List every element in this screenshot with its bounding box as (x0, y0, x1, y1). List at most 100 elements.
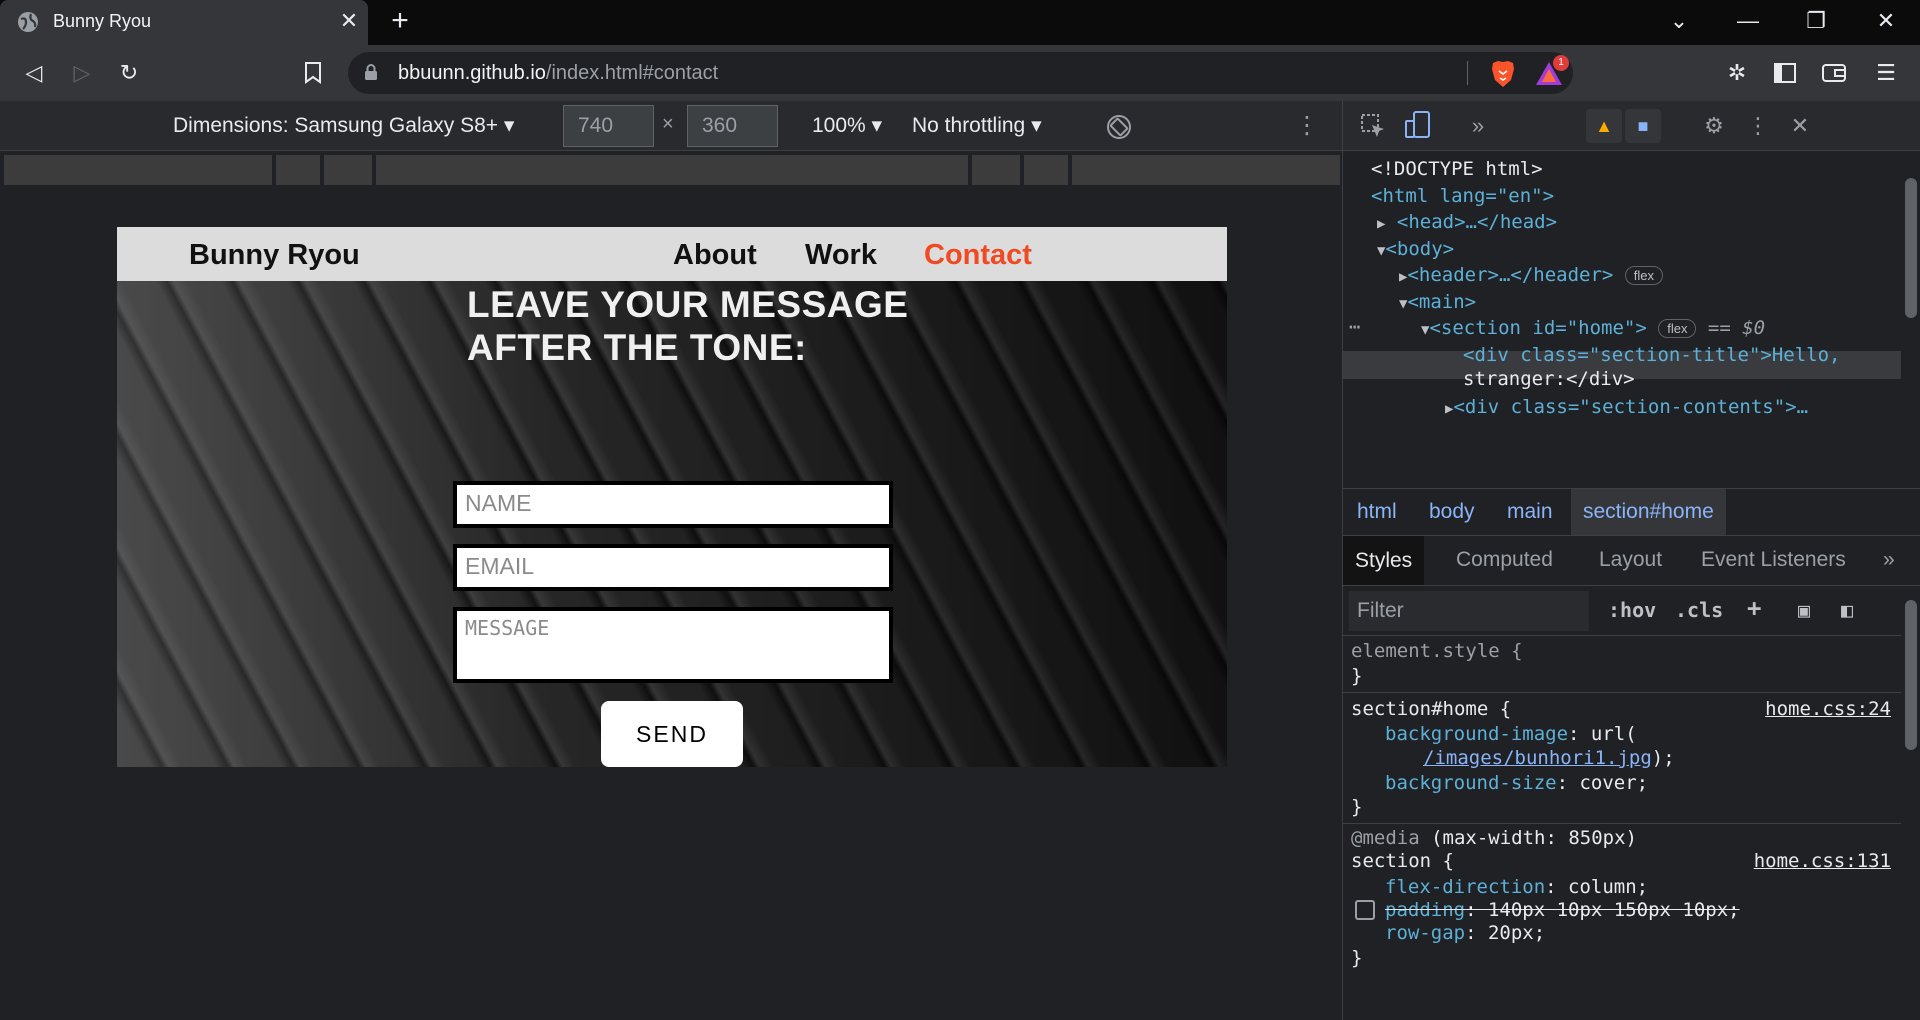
rule2-selector[interactable]: section { (1351, 850, 1454, 872)
dom-scroll-thumb[interactable] (1905, 178, 1917, 318)
rewards-count-badge: 1 (1553, 55, 1569, 71)
minimize-icon[interactable]: — (1728, 8, 1768, 34)
height-input[interactable]: 360 (687, 105, 778, 147)
tab-event-listeners[interactable]: Event Listeners (1701, 548, 1846, 572)
email-input[interactable]: EMAIL (453, 544, 893, 591)
zoom-dropdown[interactable]: 100% ▾ (812, 113, 882, 138)
throttling-dropdown[interactable]: No throttling ▾ (912, 113, 1042, 138)
dom-section-home[interactable]: ▼<section id="home"> flex == $0 (1421, 317, 1765, 339)
nav-work[interactable]: Work (805, 239, 877, 272)
name-input[interactable]: NAME (453, 481, 893, 528)
styles-filter-bar: Filter :hov .cls + ▣ ◧ (1343, 586, 1920, 636)
dom-section-title[interactable]: <div class="section-title">Hello, (1463, 344, 1841, 366)
media-query-segment[interactable] (276, 155, 320, 185)
omnibox-divider (1467, 61, 1468, 85)
rule1-image-url[interactable]: /images/bunhori1.jpg); (1423, 747, 1675, 769)
media-query-segment[interactable] (324, 155, 372, 185)
address-bar[interactable]: bbuunn.github.io/index.html#contact 1 (348, 52, 1573, 94)
rule2-row-gap[interactable]: row-gap: 20px; (1385, 922, 1545, 944)
more-options-icon[interactable]: ⋮ (1295, 111, 1319, 140)
rotate-icon[interactable] (1105, 113, 1133, 141)
dom-row-ellipsis-icon[interactable]: ⋯ (1349, 316, 1360, 338)
rule1-selector[interactable]: section#home { (1351, 698, 1511, 720)
message-textarea[interactable]: MESSAGE (453, 607, 893, 683)
device-toggle-icon[interactable] (1403, 111, 1433, 141)
more-panels-icon[interactable]: » (1883, 548, 1895, 572)
close-devtools-icon[interactable]: ✕ (1785, 111, 1815, 141)
dom-head[interactable]: ▶ <head>…</head> (1377, 211, 1557, 233)
media-query-segment[interactable] (1024, 155, 1068, 185)
dimensions-dropdown[interactable]: Dimensions: Samsung Galaxy S8+ ▾ (173, 113, 514, 138)
devtools-toolbar: » ▲ ■ ⚙ ⋮ ✕ (1343, 101, 1920, 151)
sidebar-icon[interactable] (1769, 57, 1801, 89)
back-icon[interactable]: ◁ (18, 57, 50, 89)
media-query-segment[interactable] (1072, 155, 1340, 185)
padding-toggle-checkbox[interactable] (1355, 900, 1375, 920)
dom-main[interactable]: ▼<main> (1399, 291, 1476, 313)
rule1-source-link[interactable]: home.css:24 (1765, 698, 1891, 720)
styles-tab-strip: Styles Computed Layout Event Listeners » (1343, 536, 1920, 586)
extensions-puzzle-icon[interactable]: ✲ (1721, 57, 1753, 89)
more-tabs-icon[interactable]: » (1463, 111, 1493, 141)
emulated-page: Bunny Ryou About Work Contact LEAVE YOUR… (117, 227, 1227, 767)
tab-computed[interactable]: Computed (1456, 548, 1553, 572)
flex-badge[interactable]: flex (1624, 266, 1664, 285)
tab-close-icon[interactable]: ✕ (336, 8, 362, 34)
settings-gear-icon[interactable]: ⚙ (1699, 111, 1729, 141)
dom-header[interactable]: ▶<header>…</header> flex (1399, 264, 1664, 286)
close-window-icon[interactable]: ✕ (1866, 8, 1906, 34)
hover-state-toggle[interactable]: :hov (1608, 598, 1656, 622)
rule2-flex-direction[interactable]: flex-direction: column; (1385, 876, 1648, 898)
dom-section-contents[interactable]: ▶<div class="section-contents">… (1445, 396, 1808, 418)
breadcrumb-main[interactable]: main (1507, 500, 1553, 524)
devtools-menu-icon[interactable]: ⋮ (1743, 111, 1773, 141)
paint-brush-icon[interactable]: ▣ (1798, 598, 1810, 622)
rule2-padding-disabled[interactable]: padding: 140px 10px 150px 10px; (1385, 899, 1740, 921)
toggle-sidebar-icon[interactable]: ◧ (1841, 598, 1853, 622)
class-toggle[interactable]: .cls (1675, 598, 1723, 622)
media-query-segment[interactable] (972, 155, 1020, 185)
breadcrumb: html body main section#home (1343, 488, 1920, 536)
styles-scroll-thumb[interactable] (1905, 600, 1917, 750)
flex-badge[interactable]: flex (1658, 319, 1697, 338)
width-input[interactable]: 740 (563, 105, 654, 147)
inspect-element-icon[interactable] (1358, 111, 1388, 141)
dom-html[interactable]: <html lang="en"> (1371, 185, 1554, 207)
tab-layout[interactable]: Layout (1599, 548, 1662, 572)
reload-icon[interactable]: ↻ (113, 57, 145, 89)
media-query-bar (0, 152, 1342, 188)
issues-message-icon[interactable]: ■ (1625, 109, 1661, 143)
tab-styles[interactable]: Styles (1343, 536, 1425, 585)
breadcrumb-body[interactable]: body (1429, 500, 1475, 524)
rule1-background-size[interactable]: background-size: cover; (1385, 772, 1648, 794)
menu-icon[interactable]: ☰ (1870, 57, 1902, 89)
new-tab-icon[interactable]: + (385, 6, 415, 36)
new-style-rule-icon[interactable]: + (1747, 594, 1761, 622)
media-query-segment[interactable] (376, 155, 968, 185)
tab-search-chevron-down-icon[interactable]: ⌄ (1659, 8, 1699, 34)
breadcrumb-html[interactable]: html (1357, 500, 1397, 524)
breadcrumb-section-home[interactable]: section#home (1571, 489, 1726, 535)
forward-icon[interactable]: ▷ (66, 57, 98, 89)
contact-section: LEAVE YOUR MESSAGE AFTER THE TONE: NAME … (117, 281, 1227, 767)
site-brand[interactable]: Bunny Ryou (189, 239, 360, 272)
element-style-selector[interactable]: element.style { (1351, 640, 1523, 662)
rule1-background-image[interactable]: background-image: url( (1385, 723, 1637, 745)
nav-contact[interactable]: Contact (924, 239, 1032, 272)
send-button[interactable]: SEND (601, 701, 743, 767)
section-title: LEAVE YOUR MESSAGE AFTER THE TONE: (467, 284, 909, 368)
nav-about[interactable]: About (673, 239, 757, 272)
dom-doctype[interactable]: <!DOCTYPE html> (1371, 158, 1543, 180)
brave-shields-icon[interactable] (1490, 60, 1516, 88)
dom-body[interactable]: ▼<body> (1377, 238, 1454, 260)
device-toolbar: Dimensions: Samsung Galaxy S8+ ▾ 740 × 3… (0, 101, 1342, 151)
browser-tab[interactable]: Bunny Ryou ✕ (0, 0, 368, 45)
wallet-icon[interactable] (1818, 57, 1850, 89)
site-header: Bunny Ryou About Work Contact (117, 227, 1227, 281)
media-query-segment[interactable] (4, 155, 272, 185)
warning-icon[interactable]: ▲ (1586, 109, 1622, 143)
bookmark-icon[interactable] (297, 57, 329, 89)
rule2-source-link[interactable]: home.css:131 (1754, 850, 1891, 872)
restore-icon[interactable]: ❐ (1796, 8, 1836, 34)
styles-filter-input[interactable]: Filter (1349, 591, 1589, 631)
